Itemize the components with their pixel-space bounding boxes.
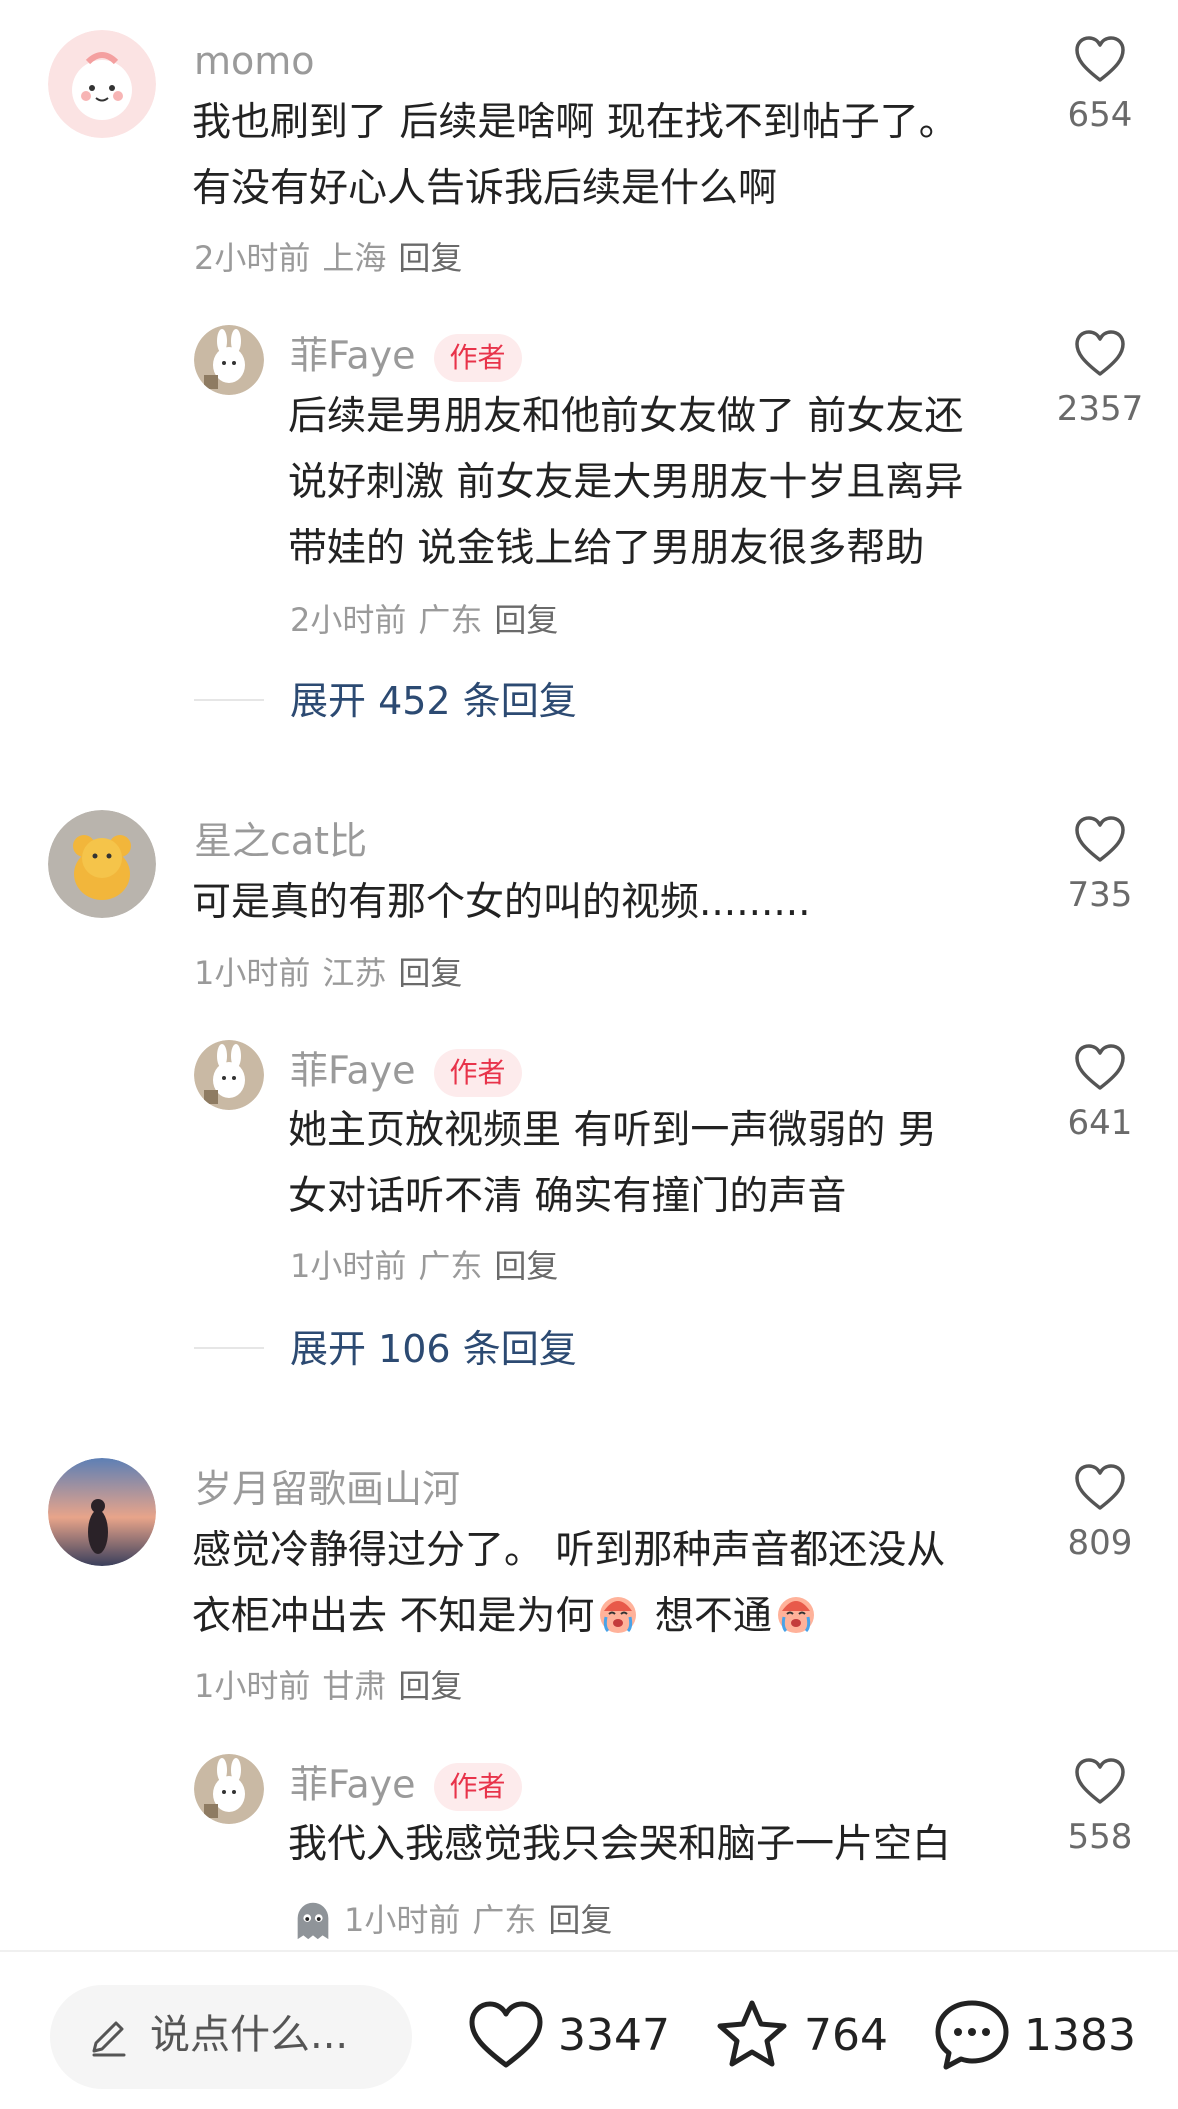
heart-icon: [469, 2001, 543, 2068]
comment-line: 我也刷到了 后续是啥啊 现在找不到帖子了。: [192, 100, 958, 145]
comment-segment: 想不通: [654, 1594, 772, 1639]
comment-location: 甘肃: [322, 1667, 387, 1705]
avatar-faye[interactable]: [194, 325, 264, 395]
reply-line: 说好刺激 前女友是大男朋友十岁且离异: [288, 460, 964, 505]
comment-meta: 2小时前 上海 回复: [194, 242, 474, 274]
reply-line: 女对话听不清 确实有撞门的声音: [288, 1174, 847, 1219]
reply-button[interactable]: 回复: [398, 239, 462, 277]
avatar-xingzhi[interactable]: [48, 810, 156, 918]
reply-button[interactable]: 回复: [398, 954, 462, 992]
crying-emoji: [777, 1597, 814, 1633]
ghost-emoji: [297, 1902, 329, 1940]
comment-time: 1小时前: [194, 954, 311, 992]
comment-line: 感觉冷静得过分了。 听到那种声音都还没从: [192, 1528, 946, 1573]
comment-segment: 衣柜冲出去 不知是为何: [192, 1594, 595, 1639]
heart-icon: [1075, 330, 1125, 376]
expand-replies-button[interactable]: 展开 106 条回复: [290, 1330, 577, 1368]
reply-username-text[interactable]: 菲Faye: [290, 334, 416, 378]
reply-text: 后续是男朋友和他前女友做了 前女友还 说好刺激 前女友是大男朋友十岁且离异 带娃…: [288, 384, 963, 582]
comment-username[interactable]: 星之cat比: [194, 822, 367, 860]
comment-time: 1小时前: [194, 1667, 311, 1705]
heart-icon: [1075, 1464, 1125, 1510]
author-badge: 作者: [433, 334, 522, 382]
like-count: 809: [1067, 1523, 1133, 1563]
divider: [194, 699, 264, 701]
reply-line: 我代入我感觉我只会哭和脑子一片空白: [288, 1822, 952, 1867]
comment-location: 上海: [322, 239, 387, 277]
reply-location: 广东: [418, 1247, 483, 1285]
like-button[interactable]: 558: [1050, 1756, 1150, 1854]
like-post-button[interactable]: 3347: [466, 1990, 670, 2080]
comment-text: 可是真的有那个女的叫的视频.........: [192, 870, 811, 936]
avatar-suiyue[interactable]: [48, 1458, 156, 1566]
crying-emoji: [600, 1597, 637, 1633]
like-button[interactable]: 735: [1050, 814, 1150, 912]
comment-input-placeholder: 说点什么...: [150, 2012, 349, 2058]
reply-username-text[interactable]: 菲Faye: [290, 1763, 416, 1807]
heart-icon: [1075, 1044, 1125, 1090]
comments-button[interactable]: 1383: [932, 1990, 1136, 2080]
like-count: 641: [1067, 1103, 1133, 1143]
author-badge: 作者: [433, 1763, 522, 1811]
reply-username: 菲Faye 作者: [290, 1049, 522, 1097]
heart-icon: [1075, 816, 1125, 862]
reply-button[interactable]: 回复: [494, 1247, 558, 1285]
comment-icon: [935, 2000, 1009, 2070]
like-button[interactable]: 641: [1050, 1042, 1150, 1140]
reply-location: 广东: [418, 601, 483, 639]
avatar-faye[interactable]: [194, 1040, 264, 1110]
reply-line: 后续是男朋友和他前女友做了 前女友还: [288, 394, 964, 439]
divider: [194, 1347, 264, 1349]
reply-button[interactable]: 回复: [548, 1901, 612, 1939]
comment-text: 我也刷到了 后续是啥啊 现在找不到帖子了。 有没有好心人告诉我后续是什么啊: [192, 90, 958, 222]
reply-location: 广东: [472, 1901, 537, 1939]
comment-line: 有没有好心人告诉我后续是什么啊: [192, 166, 778, 211]
like-count: 558: [1067, 1817, 1133, 1857]
comment-count: 1383: [1024, 2009, 1136, 2061]
like-button[interactable]: 809: [1050, 1462, 1150, 1560]
expand-replies-button[interactable]: 展开 452 条回复: [290, 682, 577, 720]
author-badge: 作者: [433, 1049, 522, 1097]
bottom-divider: [0, 1950, 1178, 1952]
comment-username[interactable]: momo: [194, 42, 315, 80]
comment-username[interactable]: 岁月留歌画山河: [194, 1470, 460, 1508]
avatar-faye[interactable]: [194, 1754, 264, 1824]
reply-time: 2小时前: [290, 601, 407, 639]
comment-location: 江苏: [322, 954, 387, 992]
comment-text: 感觉冷静得过分了。 听到那种声音都还没从 衣柜冲出去 不知是为何 想不通: [192, 1518, 945, 1650]
comment-time: 2小时前: [194, 239, 311, 277]
reply-text: 我代入我感觉我只会哭和脑子一片空白: [288, 1812, 951, 1878]
like-count: 735: [1067, 875, 1133, 915]
comment-meta: 1小时前 江苏 回复: [194, 957, 474, 989]
favorite-count: 764: [804, 2009, 888, 2061]
reply-meta: 1小时前 广东 回复: [290, 1897, 624, 1943]
comment-line: 衣柜冲出去 不知是为何 想不通: [192, 1584, 945, 1650]
reply-button[interactable]: 回复: [398, 1667, 462, 1705]
comment-line: 可是真的有那个女的叫的视频.........: [192, 880, 811, 925]
pencil-icon: [92, 2021, 126, 2057]
reply-username: 菲Faye 作者: [290, 1763, 522, 1811]
post-like-count: 3347: [558, 2009, 670, 2061]
heart-icon: [1075, 36, 1125, 82]
comment-input[interactable]: 说点什么...: [50, 1985, 412, 2089]
reply-text: 她主页放视频里 有听到一声微弱的 男 女对话听不清 确实有撞门的声音: [288, 1098, 937, 1230]
reply-time: 1小时前: [290, 1247, 407, 1285]
like-count: 2357: [1056, 389, 1144, 429]
reply-time: 1小时前: [344, 1901, 461, 1939]
favorite-button[interactable]: 764: [712, 1990, 888, 2080]
like-count: 654: [1067, 95, 1133, 135]
reply-line: 带娃的 说金钱上给了男朋友很多帮助: [288, 526, 925, 571]
like-button[interactable]: 2357: [1050, 328, 1150, 426]
like-button[interactable]: 654: [1050, 34, 1150, 132]
reply-line: 她主页放视频里 有听到一声微弱的 男: [288, 1108, 937, 1153]
avatar-momo[interactable]: [48, 30, 156, 138]
star-icon: [717, 2000, 787, 2067]
reply-username-text[interactable]: 菲Faye: [290, 1049, 416, 1093]
reply-meta: 1小时前 广东 回复: [290, 1250, 570, 1282]
reply-username: 菲Faye 作者: [290, 334, 522, 382]
reply-meta: 2小时前 广东 回复: [290, 604, 570, 636]
comment-meta: 1小时前 甘肃 回复: [194, 1670, 474, 1702]
heart-icon: [1075, 1758, 1125, 1804]
reply-button[interactable]: 回复: [494, 601, 558, 639]
